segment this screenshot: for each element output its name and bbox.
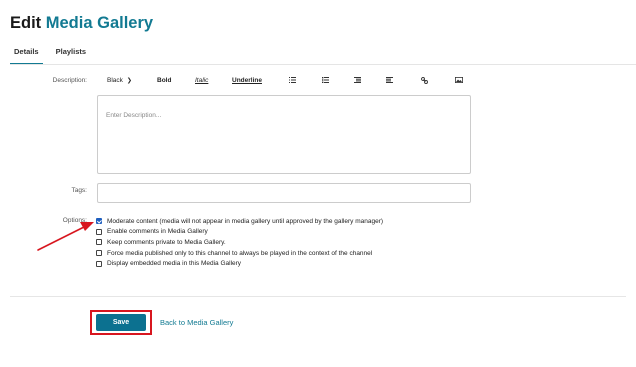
- back-to-media-gallery-link[interactable]: Back to Media Gallery: [160, 318, 233, 327]
- save-button[interactable]: Save: [96, 314, 146, 331]
- form-divider: [10, 296, 626, 297]
